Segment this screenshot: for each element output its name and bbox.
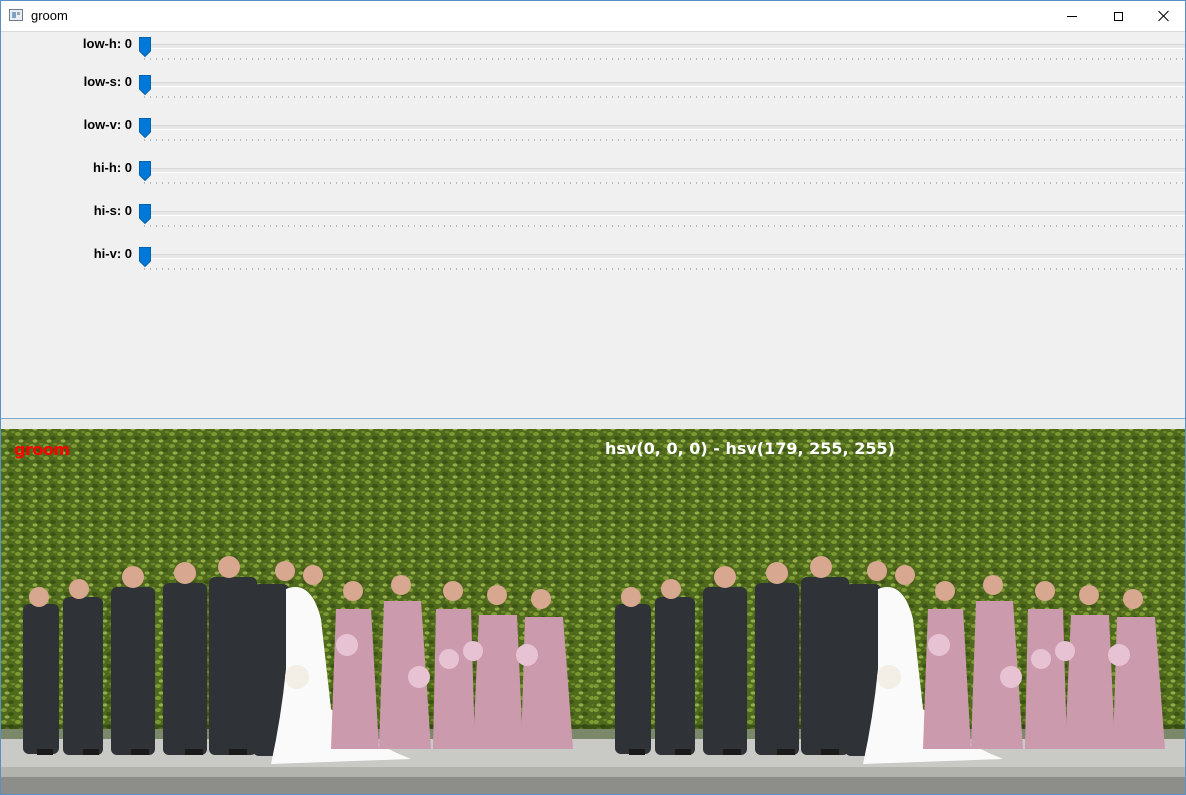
trackbar-track[interactable] [142, 254, 1185, 259]
trackbar-low-s[interactable]: low-s: 0 [1, 70, 1185, 104]
trackbar-hi-v[interactable]: hi-v: 0 [1, 242, 1185, 276]
maximize-button[interactable] [1095, 1, 1141, 31]
trackbar-track[interactable] [142, 44, 1185, 49]
wedding-photo-right [593, 419, 1185, 794]
minimize-button[interactable] [1049, 1, 1095, 31]
trackbar-hi-h[interactable]: hi-h: 0 [1, 156, 1185, 190]
image-caption-right: hsv(0, 0, 0) - hsv(179, 255, 255) [605, 439, 895, 458]
trackbar-track[interactable] [142, 82, 1185, 87]
trackbar-ticks [144, 268, 1185, 270]
trackbar-track[interactable] [142, 211, 1185, 216]
trackbar-thumb[interactable] [139, 118, 151, 138]
trackbar-panel: low-h: 0 low-s: 0 low-v: 0 hi-h: 0 hi-s:… [1, 32, 1185, 418]
image-display: groom hsv(0, 0, 0) - hsv(179, 255, 255) [1, 418, 1185, 794]
minimize-icon [1067, 15, 1077, 17]
trackbar-track[interactable] [142, 125, 1185, 130]
trackbar-ticks [144, 139, 1185, 141]
trackbar-label: low-v: 0 [83, 117, 132, 132]
trackbar-low-h[interactable]: low-h: 0 [1, 32, 1185, 66]
trackbar-thumb[interactable] [139, 204, 151, 224]
trackbar-hi-s[interactable]: hi-s: 0 [1, 199, 1185, 233]
trackbar-thumb[interactable] [139, 161, 151, 181]
trackbar-low-v[interactable]: low-v: 0 [1, 113, 1185, 147]
wedding-photo-left [1, 419, 593, 794]
trackbar-label: hi-s: 0 [93, 203, 132, 218]
trackbar-label: hi-v: 0 [93, 246, 132, 261]
trackbar-ticks [144, 182, 1185, 184]
trackbar-ticks [144, 58, 1185, 60]
app-window: groom low-h: 0 low-s: 0 low-v: 0 hi-h: 0… [0, 0, 1186, 795]
maximize-icon [1113, 11, 1123, 21]
image-caption-left: groom [14, 440, 70, 459]
trackbar-label: hi-h: 0 [93, 160, 132, 175]
trackbar-ticks [144, 225, 1185, 227]
trackbar-thumb[interactable] [139, 37, 151, 57]
trackbar-track[interactable] [142, 168, 1185, 173]
window-title: groom [31, 8, 68, 23]
close-button[interactable] [1141, 1, 1185, 31]
source-photo: groom [1, 419, 593, 794]
trackbar-label: low-h: 0 [82, 36, 132, 51]
trackbar-label: low-s: 0 [83, 74, 132, 89]
close-icon [1158, 10, 1170, 22]
title-bar[interactable]: groom [1, 1, 1185, 32]
trackbar-thumb[interactable] [139, 75, 151, 95]
filtered-photo: hsv(0, 0, 0) - hsv(179, 255, 255) [593, 419, 1185, 794]
trackbar-thumb[interactable] [139, 247, 151, 267]
trackbar-ticks [144, 96, 1185, 98]
app-window-icon [9, 9, 23, 21]
